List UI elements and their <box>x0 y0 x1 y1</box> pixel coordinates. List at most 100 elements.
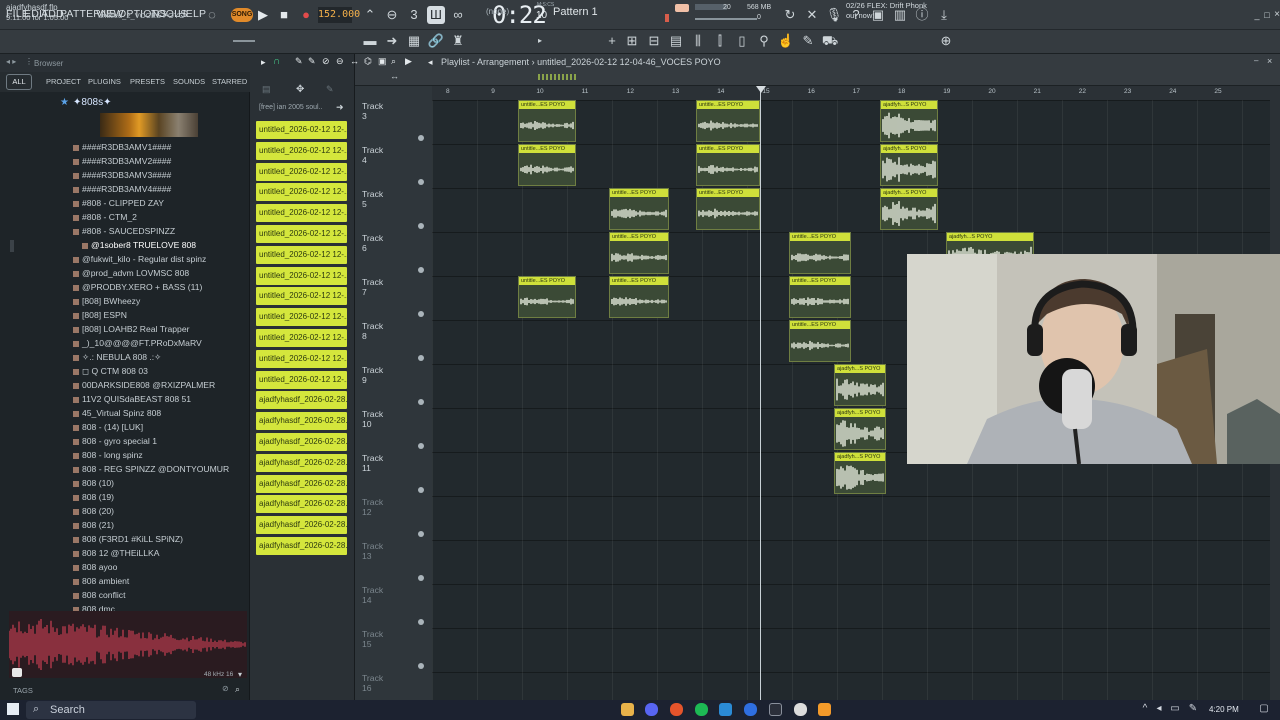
timeline-ruler[interactable] <box>432 86 1270 100</box>
track-mute-dot[interactable] <box>418 663 424 669</box>
piano-roll-icon[interactable]: ▦ <box>405 32 423 50</box>
tab-sounds[interactable]: SOUNDS <box>173 77 205 86</box>
track-mute-dot[interactable] <box>418 355 424 361</box>
picker-clip[interactable]: untitled_2026-02-12 12-... <box>256 308 347 327</box>
picker-clip[interactable]: untitled_2026-02-12 12-... <box>256 349 347 368</box>
add-pattern-icon[interactable]: + <box>603 32 621 50</box>
tray-chevron-icon[interactable]: ^ <box>1139 703 1151 715</box>
folder-title[interactable]: ✦808s✦ <box>73 97 111 108</box>
picker-icon[interactable]: ▤ <box>262 84 271 95</box>
tool-icon[interactable] <box>719 703 732 716</box>
master-pitch-icon[interactable] <box>675 4 689 12</box>
picker-clip[interactable]: untitled_2026-02-12 12-... <box>256 204 347 223</box>
pen-icon[interactable]: ✎ <box>1187 703 1199 715</box>
browser-item[interactable]: #808 - SAUCEDSPINZZ <box>73 226 175 236</box>
picker-top-item[interactable]: [free] ian 2005 soul.. <box>259 104 322 111</box>
browser-item[interactable]: [808] LOAHB2 Real Trapper <box>73 324 189 334</box>
picker-clip[interactable]: ajadfyhasdf_2026-02-28... <box>256 391 347 410</box>
globe-icon[interactable]: ⊕ <box>937 32 955 50</box>
track-name[interactable]: Track 7 <box>362 277 383 297</box>
master-volume-marker[interactable] <box>665 14 669 22</box>
browser-item[interactable]: 808 12 @THEiLLKA <box>73 548 160 558</box>
stamp-icon[interactable]: ♜ <box>449 32 467 50</box>
touch-icon[interactable]: ☝ <box>777 32 795 50</box>
pattern-selector[interactable]: Pattern 1 <box>553 3 615 21</box>
picker-clip[interactable]: untitled_2026-02-12 12-... <box>256 225 347 243</box>
audio-clip[interactable]: untitle...ES POYO <box>518 100 576 142</box>
browser-item[interactable]: 00DARKSIDE808 @RXIZPALMER <box>73 380 215 390</box>
browser-item[interactable]: ####R3DB3AMV2#### <box>73 156 171 166</box>
undo-history-icon[interactable]: ↻ <box>781 6 799 24</box>
browser-item[interactable]: 808 (20) <box>73 506 114 516</box>
microphone-icon[interactable]: 🎙 <box>825 6 843 24</box>
audio-clip[interactable]: untitle...ES POYO <box>789 232 851 274</box>
picker-clip[interactable]: untitled_2026-02-12 12-... <box>256 245 347 264</box>
track-mute-dot[interactable] <box>418 443 424 449</box>
discord-icon[interactable] <box>645 703 658 716</box>
edge-icon[interactable] <box>744 703 757 716</box>
track-name[interactable]: Track 16 <box>362 673 383 693</box>
export-icon[interactable]: ⤓ <box>935 6 953 24</box>
fl-studio-taskbar-icon[interactable] <box>818 703 831 716</box>
tab-plugins[interactable]: PLUGINS <box>88 77 121 86</box>
link-icon[interactable]: 🔗 <box>427 32 445 50</box>
track-name[interactable]: Track 14 <box>362 585 383 605</box>
picker-pin-icon[interactable]: ➜ <box>336 102 344 113</box>
app-icon[interactable] <box>769 703 782 716</box>
preview-options-icon[interactable]: ▾ <box>238 670 242 679</box>
song-mode-toggle[interactable]: SONG <box>231 8 253 22</box>
select-tool-icon[interactable]: ▣ <box>378 56 387 67</box>
audio-clip[interactable]: ajadfyh...S POYO <box>880 144 938 186</box>
windows-start-icon[interactable] <box>7 703 19 715</box>
stop-icon[interactable]: ■ <box>275 6 293 24</box>
picker-clip[interactable]: untitled_2026-02-12 12-... <box>256 266 347 285</box>
browser-item[interactable]: ####R3DB3AMV3#### <box>73 170 171 180</box>
track-name[interactable]: Track 6 <box>362 233 383 253</box>
draw-tool-icon[interactable]: ✎ <box>295 56 303 67</box>
browser-item[interactable]: 808 - (14) [LUK] <box>73 422 143 432</box>
tags-label[interactable]: TAGS <box>13 686 33 695</box>
file-explorer-icon[interactable] <box>621 703 634 716</box>
playlist-menu-icon[interactable]: ◂ <box>428 57 433 68</box>
pattern-mode-icon[interactable]: ▬ <box>361 32 379 50</box>
browser-item[interactable]: @1sober8 TRUELOVE 808 <box>82 240 196 250</box>
picker-move-icon[interactable]: ✥ <box>296 84 304 95</box>
picker-clip[interactable]: ajadfyhasdf_2026-02-28... <box>256 537 347 555</box>
magic-icon[interactable]: ✎ <box>799 32 817 50</box>
taskbar-clock[interactable]: 4:20 PM <box>1209 705 1239 714</box>
pin-icon[interactable]: ⚲ <box>755 32 773 50</box>
record-icon[interactable]: ● <box>297 6 315 24</box>
playhead[interactable] <box>760 86 761 700</box>
picker-clip[interactable]: ajadfyhasdf_2026-02-28... <box>256 474 347 493</box>
tab-starred[interactable]: STARRED <box>212 77 247 86</box>
picker-clip[interactable]: untitled_2026-02-12 12-... <box>256 287 347 306</box>
track-mute-dot[interactable] <box>418 487 424 493</box>
audio-clip[interactable]: untitle...ES POYO <box>696 100 760 142</box>
playback-tool-icon[interactable]: ▶ <box>405 56 412 67</box>
browser-item[interactable]: ####R3DB3AMV4#### <box>73 184 171 194</box>
piano-roll-view-icon[interactable]: ▤ <box>667 32 685 50</box>
track-mute-dot[interactable] <box>418 179 424 185</box>
overview-strip[interactable] <box>538 74 578 80</box>
horizontal-zoom-icon[interactable]: ↔ <box>390 71 399 81</box>
picker-clip[interactable]: untitled_2026-02-12 12-... <box>256 141 347 160</box>
mute-tool-icon[interactable]: ⊖ <box>336 56 344 67</box>
picker-clip[interactable]: ajadfyhasdf_2026-02-28... <box>256 453 347 472</box>
close-icon[interactable]: × <box>1268 6 1280 24</box>
pattern-prev-icon[interactable]: ▸ <box>531 32 549 50</box>
picker-clip[interactable]: untitled_2026-02-12 12-... <box>256 121 347 139</box>
track-mute-dot[interactable] <box>418 311 424 317</box>
spotify-icon[interactable] <box>695 703 708 716</box>
paint-tool-icon[interactable]: ✎ <box>308 56 316 67</box>
magnet-icon[interactable]: ∩ <box>273 56 280 67</box>
channel-rack-icon[interactable]: ⊟ <box>645 32 663 50</box>
tab-presets[interactable]: PRESETS <box>130 77 165 86</box>
track-name[interactable]: Track 12 <box>362 497 383 517</box>
mixer-icon[interactable]: ⊞ <box>623 32 641 50</box>
browser-menu-icon[interactable]: ⋮ <box>25 57 33 66</box>
loop-record-icon[interactable]: ∞ <box>449 6 467 24</box>
tab-project[interactable]: PROJECT <box>46 77 81 86</box>
picker-clip[interactable]: untitled_2026-02-12 12-... <box>256 329 347 347</box>
track-name[interactable]: Track 3 <box>362 101 383 121</box>
arrow-right-icon[interactable]: ➜ <box>383 32 401 50</box>
